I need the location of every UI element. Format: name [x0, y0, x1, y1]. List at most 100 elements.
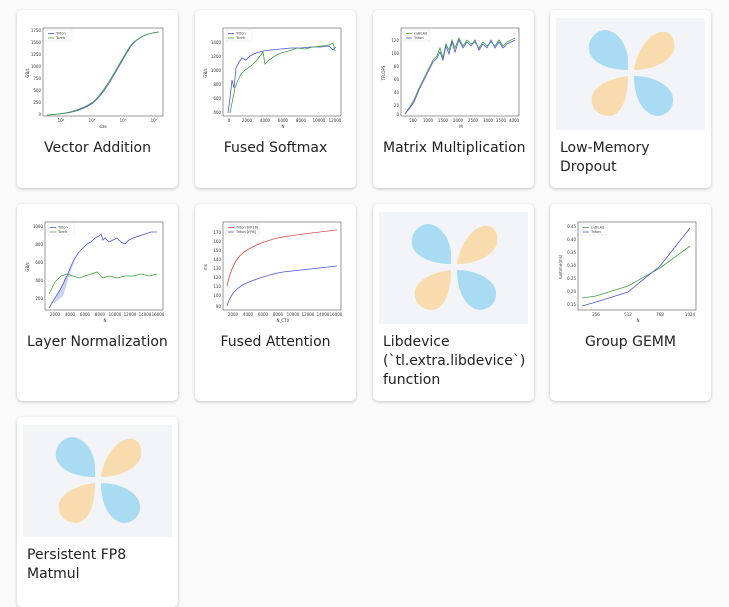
- y-axis-label: ms: [203, 264, 208, 270]
- layer-normalization-thumbnail: 1000 800 600 400 200 2000 4000 6000 8000…: [23, 212, 172, 324]
- xtick: 2000: [242, 118, 253, 123]
- ytick: 1000: [31, 64, 42, 69]
- fused-attention-thumbnail: 170 160 150 140 130 120 110 100 90 2000 …: [201, 212, 350, 324]
- legend-entry: Triton: [55, 32, 66, 36]
- xtick: 0: [228, 118, 231, 123]
- card-layer-normalization[interactable]: 1000 800 600 400 200 2000 4000 6000 8000…: [17, 204, 178, 401]
- ytick: 800: [213, 82, 221, 87]
- xtick: 768: [656, 312, 664, 317]
- xtick: 8000: [296, 118, 307, 123]
- card-persistent-fp8-matmul[interactable]: Persistent FP8 Matmul: [17, 417, 178, 607]
- fused-softmax-x-ticks: 0 2000 4000 6000 8000 10000 12000: [228, 118, 342, 123]
- gemm-y-ticks: 0.45 0.40 0.35 0.30 0.25 0.20 0.15: [567, 224, 576, 307]
- legend-entry: cuBLAS: [591, 226, 605, 230]
- matmul-x-ticks: 500 1000 1500 2000 2500 3000 3500 4000: [409, 118, 519, 123]
- ytick: 1500: [31, 40, 42, 45]
- torch-series-line: [46, 31, 160, 116]
- y-axis-label: GB/s: [203, 68, 208, 77]
- fused-softmax-legend: Triton Torch: [225, 29, 253, 42]
- xtick: 6000: [258, 312, 269, 317]
- ytick: 100: [213, 293, 221, 298]
- card-vector-addition[interactable]: 1750 1500 1250 1000 750 500 250 0 10⁴ 10…: [17, 10, 178, 188]
- ytick: 0.45: [567, 224, 576, 229]
- xtick: 8000: [95, 312, 106, 317]
- ytick: 160: [213, 239, 221, 244]
- ytick: 1750: [31, 28, 42, 33]
- fused-softmax-y-ticks: 1400 1200 1000 800 600 400: [211, 40, 222, 115]
- libdevice-thumbnail: [379, 212, 528, 324]
- layernorm-legend: Triton Torch: [47, 223, 75, 236]
- card-matrix-multiplication[interactable]: 120 100 80 60 40 20 0 500 1000 1500 2000…: [373, 10, 534, 188]
- triton-series-line: [46, 31, 160, 116]
- xtick: 10000: [287, 312, 300, 317]
- ytick: 500: [33, 88, 41, 93]
- ytick: 0.20: [567, 289, 576, 294]
- ytick: 1200: [211, 54, 222, 59]
- torch-series-line: [229, 42, 336, 114]
- xtick: 12000: [329, 118, 342, 123]
- card-fused-attention[interactable]: 170 160 150 140 130 120 110 100 90 2000 …: [195, 204, 356, 401]
- card-libdevice[interactable]: Libdevice (`tl.extra.libdevice`) functio…: [373, 204, 534, 401]
- ytick: 170: [213, 230, 221, 235]
- vector-addition-plot: 1750 1500 1250 1000 750 500 250 0 10⁴ 10…: [25, 27, 164, 129]
- placeholder-logo-icon: [588, 30, 675, 116]
- ytick: 60: [394, 77, 400, 82]
- xtick: 2500: [468, 118, 479, 123]
- ytick: 400: [35, 278, 43, 283]
- xtick: 256: [592, 312, 600, 317]
- ytick: 600: [35, 260, 43, 265]
- matrix-multiplication-thumbnail: 120 100 80 60 40 20 0 500 1000 1500 2000…: [379, 18, 528, 130]
- card-title: Low-Memory Dropout: [560, 140, 650, 175]
- xtick: 4000: [260, 118, 271, 123]
- ytick: 0.30: [567, 263, 576, 268]
- xtick: 10⁵: [89, 118, 96, 123]
- ytick: 1000: [211, 68, 222, 73]
- layer-normalization-plot: 1000 800 600 400 200 2000 4000 6000 8000…: [25, 221, 165, 323]
- ytick: 200: [35, 296, 43, 301]
- card-low-memory-dropout[interactable]: Low-Memory Dropout: [550, 10, 711, 188]
- layernorm-y-ticks: 1000 800 600 400 200: [33, 224, 44, 301]
- y-axis-label: GB/s: [25, 262, 30, 271]
- legend-entry: Torch: [55, 36, 65, 40]
- ytick: 80: [394, 64, 400, 69]
- ytick: 1400: [211, 40, 222, 45]
- xtick: 3000: [483, 118, 494, 123]
- ytick: 1000: [33, 224, 44, 229]
- card-group-gemm[interactable]: 0.45 0.40 0.35 0.30 0.25 0.20 0.15 256 5…: [550, 204, 711, 401]
- xtick: 2000: [453, 118, 464, 123]
- ytick: 140: [213, 257, 221, 262]
- gemm-x-ticks: 256 512 768 1024: [592, 312, 695, 317]
- x-axis-label: M: [459, 124, 463, 129]
- x-axis-label: size: [99, 124, 107, 129]
- ytick: 0: [396, 112, 399, 117]
- ytick: 600: [213, 96, 221, 101]
- x-axis-label: N: [282, 124, 285, 129]
- ytick: 130: [213, 266, 221, 271]
- xtick: 10⁷: [151, 118, 158, 123]
- placeholder-logo-icon: [411, 224, 498, 310]
- xtick: 500: [409, 118, 417, 123]
- attention-x-ticks: 2000 4000 6000 8000 10000 12000 14000 16…: [228, 312, 343, 317]
- group-gemm-plot: 0.45 0.40 0.35 0.30 0.25 0.20 0.15 256 5…: [558, 221, 697, 323]
- triton-series-line: [404, 38, 516, 115]
- ytick: 120: [213, 275, 221, 280]
- card-title: Matrix Multiplication: [383, 140, 526, 156]
- vector-addition-thumbnail: 1750 1500 1250 1000 750 500 250 0 10⁴ 10…: [23, 18, 172, 130]
- legend-entry: Triton: [590, 230, 601, 234]
- y-axis-label: runtime(ms): [558, 254, 563, 279]
- card-title: Fused Softmax: [223, 140, 328, 156]
- card-title: Layer Normalization: [27, 334, 168, 350]
- xtick: 2000: [228, 312, 239, 317]
- xtick: 6000: [278, 118, 289, 123]
- ytick: 40: [394, 90, 400, 95]
- xtick: 4000: [243, 312, 254, 317]
- attention-y-ticks: 170 160 150 140 130 120 110 100 90: [213, 230, 221, 309]
- legend-entry: Torch: [235, 36, 245, 40]
- ytick: 100: [391, 51, 399, 56]
- ytick: 90: [216, 304, 222, 309]
- triton-series-line: [227, 45, 337, 114]
- card-fused-softmax[interactable]: 1400 1200 1000 800 600 400 0 2000 4000 6…: [195, 10, 356, 188]
- ytick: 150: [213, 248, 221, 253]
- gemm-legend: cuBLAS Triton: [580, 223, 608, 236]
- ytick: 20: [394, 103, 400, 108]
